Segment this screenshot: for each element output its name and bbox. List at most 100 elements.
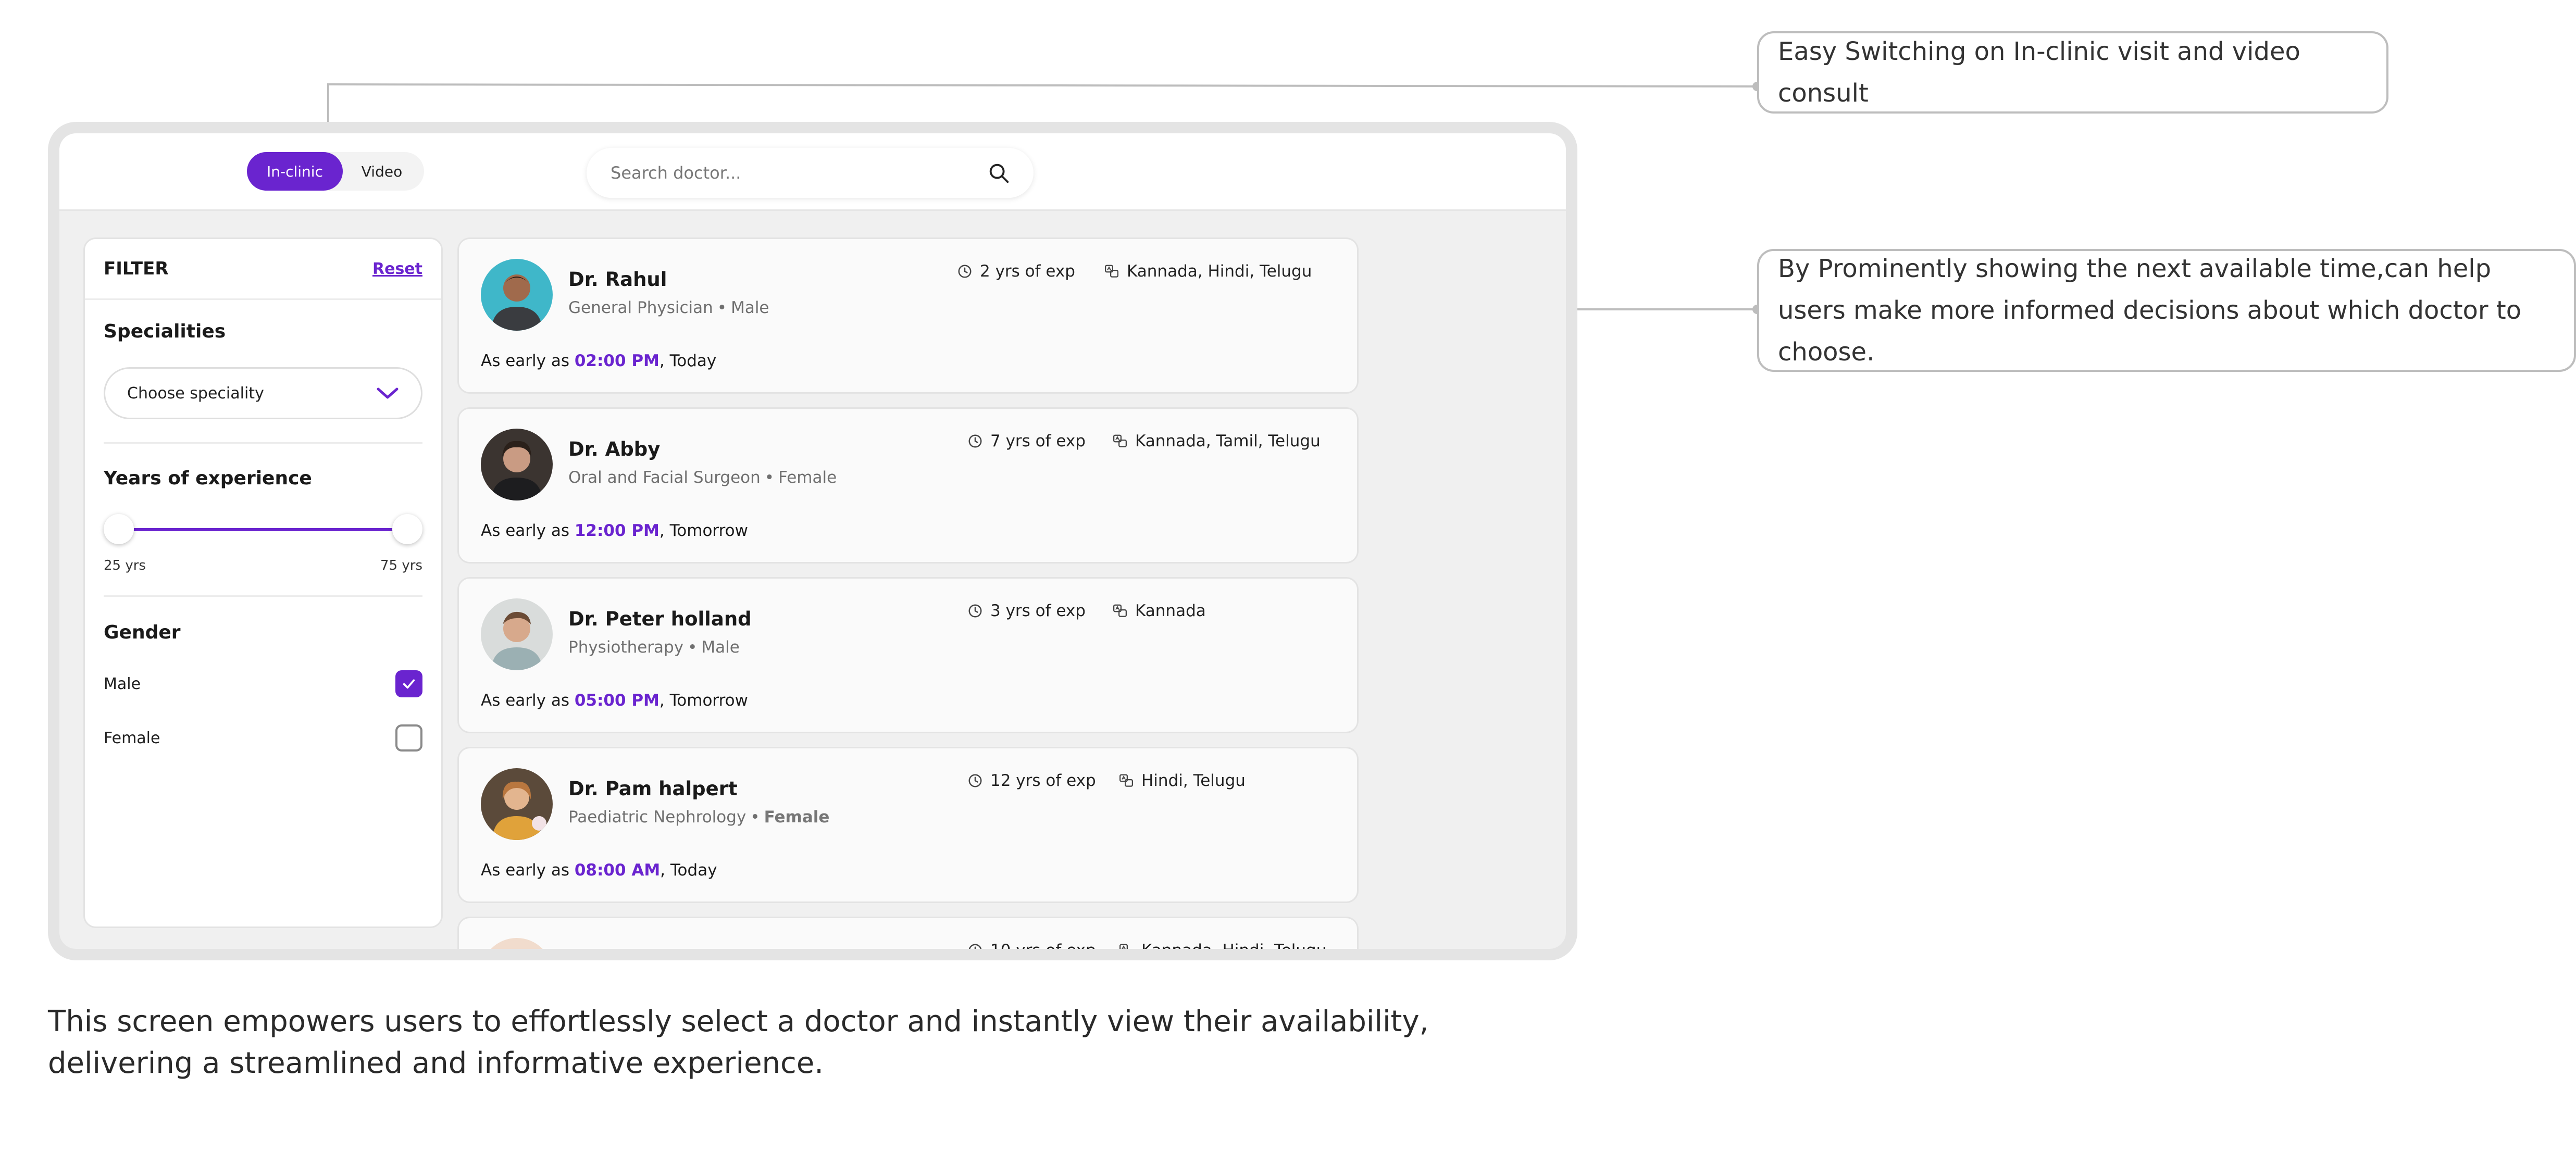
doctor-name: Dr. Pam halpert xyxy=(568,778,738,800)
speciality-title: Specialities xyxy=(104,321,226,342)
gender-option-male[interactable]: Male xyxy=(104,668,422,699)
annotation-availability: By Prominently showing the next availabl… xyxy=(1757,249,2576,372)
availability-day: , Tomorrow xyxy=(659,691,748,710)
languages-badge: Kannada, Tamil, Telugu xyxy=(1112,432,1321,450)
slider-max-handle[interactable] xyxy=(392,514,422,544)
slider-min-handle[interactable] xyxy=(104,514,134,544)
gender-title: Gender xyxy=(104,622,181,643)
annotation-availability-text: By Prominently showing the next availabl… xyxy=(1778,254,2522,367)
clock-icon xyxy=(968,604,982,618)
doctor-gender: Male xyxy=(731,298,769,317)
doctor-gender: Male xyxy=(701,638,740,657)
speciality-dropdown[interactable]: Choose speciality xyxy=(104,367,422,419)
language-icon xyxy=(1113,434,1127,447)
filter-header: FILTER Reset xyxy=(85,239,441,300)
availability-prefix: As early as xyxy=(481,521,569,540)
availability-day: , Today xyxy=(660,861,717,880)
avatar xyxy=(481,598,553,670)
top-bar: In-clinic Video xyxy=(59,133,1566,211)
chevron-down-icon xyxy=(377,387,399,399)
availability: As early as 12:00 PM, Tomorrow xyxy=(481,521,748,540)
experience-text: 7 yrs of exp xyxy=(990,432,1086,450)
experience-title: Years of experience xyxy=(104,468,312,489)
language-icon xyxy=(1105,265,1118,278)
availability-prefix: As early as xyxy=(481,691,569,710)
search-input[interactable] xyxy=(609,162,987,183)
availability: As early as 08:00 AM, Today xyxy=(481,861,717,880)
doctor-specialty: Paediatric Nephrology xyxy=(568,808,746,827)
doctor-specialty: General Physician xyxy=(568,298,713,317)
filter-title: FILTER xyxy=(104,258,169,279)
languages-text: Kannada, Hindi, Telugu xyxy=(1141,941,1327,960)
doctor-specialty: Oral and Facial Surgeon xyxy=(568,468,761,487)
doctor-subtitle: General Physician • Male xyxy=(568,298,769,317)
languages-badge: Kannada, Hindi, Telugu xyxy=(1104,262,1312,281)
doctor-name: Dr. Rahul xyxy=(568,268,667,291)
doctor-card[interactable]: 10 yrs of exp Kannada, Hindi, Telugu xyxy=(457,917,1359,960)
clock-icon xyxy=(968,774,982,787)
clock-icon xyxy=(968,434,982,448)
languages-text: Kannada xyxy=(1135,602,1206,620)
consult-mode-toggle: In-clinic Video xyxy=(247,152,424,191)
annotation-switching-text: Easy Switching on In-clinic visit and vi… xyxy=(1778,37,2300,108)
experience-text: 2 yrs of exp xyxy=(980,262,1075,281)
gender-section: Gender Male Female xyxy=(85,622,441,754)
gender-label: Male xyxy=(104,674,141,693)
experience-slider[interactable] xyxy=(104,511,422,547)
speciality-section: Specialities Choose speciality xyxy=(85,321,441,419)
availability-prefix: As early as xyxy=(481,352,569,370)
toggle-video[interactable]: Video xyxy=(343,152,421,191)
doctor-specialty: Physiotherapy xyxy=(568,638,684,657)
doctor-subtitle: Physiotherapy • Male xyxy=(568,638,740,657)
filter-panel: FILTER Reset Specialities Choose special… xyxy=(83,237,443,928)
gender-label: Female xyxy=(104,729,160,747)
annotation-switching: Easy Switching on In-clinic visit and vi… xyxy=(1757,31,2388,114)
availability-time: 12:00 PM xyxy=(574,521,659,540)
experience-max-label: 75 yrs xyxy=(380,558,422,573)
experience-text: 10 yrs of exp xyxy=(990,941,1096,960)
slider-track xyxy=(118,528,408,531)
language-icon xyxy=(1119,774,1133,787)
doctor-gender: Female xyxy=(764,808,830,827)
toggle-in-clinic[interactable]: In-clinic xyxy=(247,152,343,191)
avatar xyxy=(481,938,553,949)
search-icon[interactable] xyxy=(987,161,1011,185)
experience-badge: 3 yrs of exp xyxy=(967,602,1086,620)
doctor-subtitle: Paediatric Nephrology • Female xyxy=(568,808,830,827)
doctor-card[interactable]: Dr. Abby Oral and Facial Surgeon • Female … xyxy=(457,407,1359,564)
male-checkbox[interactable] xyxy=(395,670,422,697)
language-icon xyxy=(1119,944,1128,949)
speciality-placeholder: Choose speciality xyxy=(127,384,264,403)
doctor-gender: Female xyxy=(778,468,837,487)
reset-link[interactable]: Reset xyxy=(372,260,422,278)
doctor-card[interactable]: Dr. Pam halpert Paediatric Nephrology • Fe… xyxy=(457,747,1359,903)
doctor-card[interactable]: Dr. Peter holland Physiotherapy • Male 3 y… xyxy=(457,577,1359,733)
availability-time: 05:00 PM xyxy=(574,691,659,710)
avatar xyxy=(481,768,553,840)
language-icon xyxy=(1113,604,1127,617)
checkmark-icon xyxy=(403,679,415,689)
availability-day: , Today xyxy=(659,352,717,370)
languages-badge: Kannada, Hindi, Telugu xyxy=(1118,941,1327,960)
gender-option-female[interactable]: Female xyxy=(104,722,422,754)
page-caption: This screen empowers users to effortless… xyxy=(48,1005,1429,1080)
doctor-list: Dr. Rahul General Physician • Male 2 yrs o… xyxy=(457,237,1359,960)
experience-text: 12 yrs of exp xyxy=(990,771,1096,790)
experience-badge: 7 yrs of exp xyxy=(967,432,1086,450)
languages-text: Kannada, Hindi, Telugu xyxy=(1127,262,1312,281)
avatar xyxy=(481,259,553,331)
avatar xyxy=(481,429,553,500)
availability-prefix: As early as xyxy=(481,861,569,880)
languages-badge: Kannada xyxy=(1112,602,1206,620)
clock-icon xyxy=(958,265,972,278)
availability: As early as 02:00 PM, Today xyxy=(481,352,716,370)
doctor-subtitle: Oral and Facial Surgeon • Female xyxy=(568,468,837,487)
experience-badge: 2 yrs of exp xyxy=(957,262,1075,281)
clock-icon xyxy=(968,944,982,949)
doctor-card[interactable]: Dr. Rahul General Physician • Male 2 yrs o… xyxy=(457,237,1359,394)
divider xyxy=(104,442,422,444)
female-checkbox[interactable] xyxy=(395,724,422,752)
experience-section: Years of experience 25 yrs 75 yrs xyxy=(85,468,441,573)
slider-labels: 25 yrs 75 yrs xyxy=(104,558,422,573)
availability: As early as 05:00 PM, Tomorrow xyxy=(481,691,748,710)
